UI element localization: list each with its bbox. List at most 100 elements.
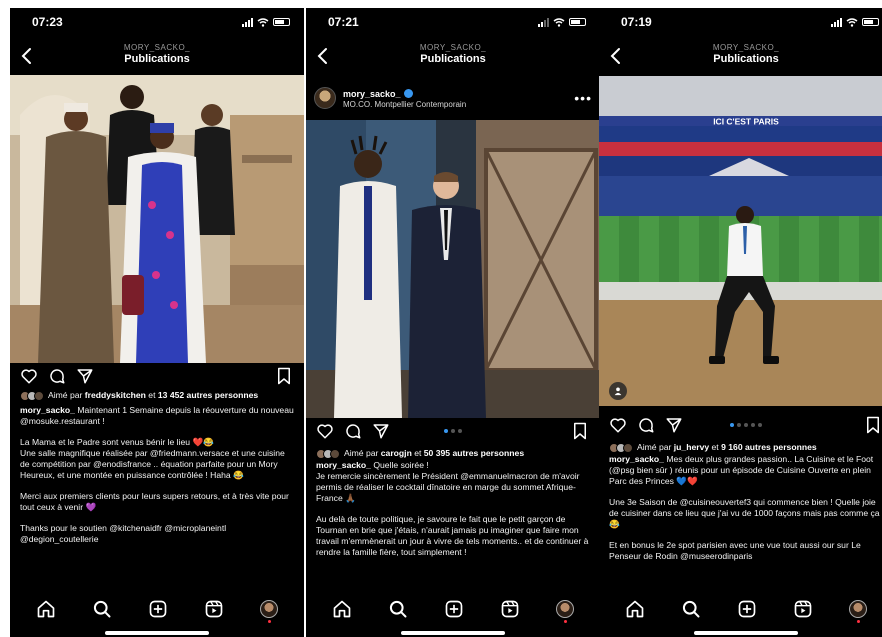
status-bar: 07:19 [599, 8, 882, 36]
likes-prefix: Aimé par [344, 448, 381, 458]
heart-icon[interactable] [20, 367, 38, 385]
battery-icon [569, 18, 586, 26]
caption-paragraph: Et en bonus le 2e spot parisien avec une… [609, 540, 861, 561]
reels-icon[interactable] [204, 599, 224, 619]
liker-avatars [20, 391, 44, 401]
search-icon[interactable] [681, 599, 701, 619]
status-bar: 07:23 [10, 8, 304, 36]
header-username: MORY_SACKO_ [123, 43, 191, 52]
post-author-avatar[interactable] [314, 87, 336, 109]
home-icon[interactable] [625, 599, 645, 619]
liker-username[interactable]: freddyskitchen [85, 390, 146, 400]
liker-username[interactable]: carogjn [381, 448, 412, 458]
status-time: 07:19 [621, 15, 652, 29]
likes-line: Aimé par freddyskitchen et 13 452 autres… [20, 390, 296, 401]
post-actions [306, 418, 600, 444]
post-photo[interactable] [306, 120, 600, 418]
comment-icon[interactable] [48, 367, 66, 385]
post-location[interactable]: MO.CO. Montpellier Contemporain [343, 100, 466, 109]
battery-icon [862, 18, 879, 26]
comment-icon[interactable] [637, 416, 655, 434]
new-post-icon[interactable] [737, 599, 757, 619]
bookmark-icon[interactable] [276, 367, 292, 385]
likes-line: Aimé par ju_hervy et 9 160 autres person… [609, 442, 882, 453]
phone-screen-3: 07:19 MORY_SACKO_ Publications ICI C'EST… [599, 8, 882, 637]
header-title: Publications [713, 53, 779, 65]
caption-username[interactable]: mory_sacko_ [316, 460, 371, 470]
signal-icon [831, 17, 842, 27]
header-title: Publications [124, 53, 190, 65]
comment-icon[interactable] [344, 422, 362, 440]
liker-avatars [609, 443, 633, 453]
back-arrow-icon[interactable] [18, 46, 36, 66]
caption-paragraph: Je remercie sincèrement le Président @em… [316, 471, 580, 503]
tagged-people-icon[interactable] [609, 382, 627, 400]
profile-avatar[interactable] [556, 600, 574, 623]
status-time: 07:23 [32, 15, 63, 29]
bookmark-icon[interactable] [865, 416, 881, 434]
share-icon[interactable] [76, 367, 94, 385]
caption-paragraph: Merci aux premiers clients pour leurs su… [20, 491, 289, 512]
liker-username[interactable]: ju_hervy [674, 442, 709, 452]
likes-count[interactable]: 9 160 autres personnes [721, 442, 817, 452]
post-caption: Aimé par carogjn et 50 395 autres person… [316, 448, 592, 568]
header-username: MORY_SACKO_ [712, 43, 780, 52]
home-indicator [401, 631, 505, 635]
likes-prefix: Aimé par [48, 390, 85, 400]
back-arrow-icon[interactable] [607, 46, 625, 66]
post-actions [599, 412, 882, 438]
post-photo[interactable] [10, 75, 304, 363]
heart-icon[interactable] [609, 416, 627, 434]
phone-screen-1: 07:23 MORY_SACKO_ Publications Aimé par … [10, 8, 304, 637]
caption-paragraph: Au delà de toute politique, je savoure l… [316, 514, 589, 557]
header-title: Publications [420, 53, 486, 65]
new-post-icon[interactable] [148, 599, 168, 619]
home-indicator [694, 631, 798, 635]
profile-avatar[interactable] [260, 600, 278, 623]
likes-count[interactable]: 13 452 autres personnes [158, 390, 258, 400]
header-username: MORY_SACKO_ [419, 43, 487, 52]
share-icon[interactable] [372, 422, 390, 440]
status-bar: 07:21 [306, 8, 600, 36]
home-icon[interactable] [332, 599, 352, 619]
carousel-indicator [444, 429, 462, 433]
wifi-icon [846, 17, 858, 27]
bookmark-icon[interactable] [572, 422, 588, 440]
post-photo[interactable]: ICI C'EST PARIS [599, 76, 882, 406]
caption-paragraph: Une 3e Saison de @cuisineouvertef3 qui c… [609, 497, 880, 529]
post-actions [10, 363, 304, 389]
post-header: mory_sacko_ MO.CO. Montpellier Contempor… [306, 78, 600, 118]
status-time: 07:21 [328, 15, 359, 29]
back-arrow-icon[interactable] [314, 46, 332, 66]
battery-icon [273, 18, 290, 26]
bottom-tab-bar [10, 589, 304, 629]
caption-username[interactable]: mory_sacko_ [20, 405, 75, 415]
phone-screen-2: 07:21 MORY_SACKO_ Publications mory_sack… [306, 8, 600, 637]
post-caption: Aimé par ju_hervy et 9 160 autres person… [609, 442, 882, 572]
search-icon[interactable] [92, 599, 112, 619]
likes-middle: et [145, 390, 158, 400]
heart-icon[interactable] [316, 422, 334, 440]
page-header: MORY_SACKO_ Publications [10, 38, 304, 74]
search-icon[interactable] [388, 599, 408, 619]
likes-count[interactable]: 50 395 autres personnes [424, 448, 524, 458]
profile-avatar[interactable] [849, 600, 867, 623]
caption-paragraph: Thanks pour le soutien @kitchenaidfr @mi… [20, 523, 227, 544]
share-icon[interactable] [665, 416, 683, 434]
post-author-username[interactable]: mory_sacko_ [343, 89, 401, 99]
stadium-banner-text: ICI C'EST PARIS [713, 117, 779, 127]
reels-icon[interactable] [793, 599, 813, 619]
reels-icon[interactable] [500, 599, 520, 619]
caption-username[interactable]: mory_sacko_ [609, 454, 664, 464]
likes-middle: et [709, 442, 722, 452]
home-indicator [105, 631, 209, 635]
likes-middle: et [411, 448, 424, 458]
home-icon[interactable] [36, 599, 56, 619]
more-options-icon[interactable]: ••• [574, 90, 592, 106]
bottom-tab-bar [599, 589, 882, 629]
page-header: MORY_SACKO_ Publications [599, 38, 882, 74]
verified-badge-icon [403, 88, 413, 98]
caption-first-line: Quelle soirée ! [370, 460, 429, 470]
new-post-icon[interactable] [444, 599, 464, 619]
page-header: MORY_SACKO_ Publications [306, 38, 600, 74]
